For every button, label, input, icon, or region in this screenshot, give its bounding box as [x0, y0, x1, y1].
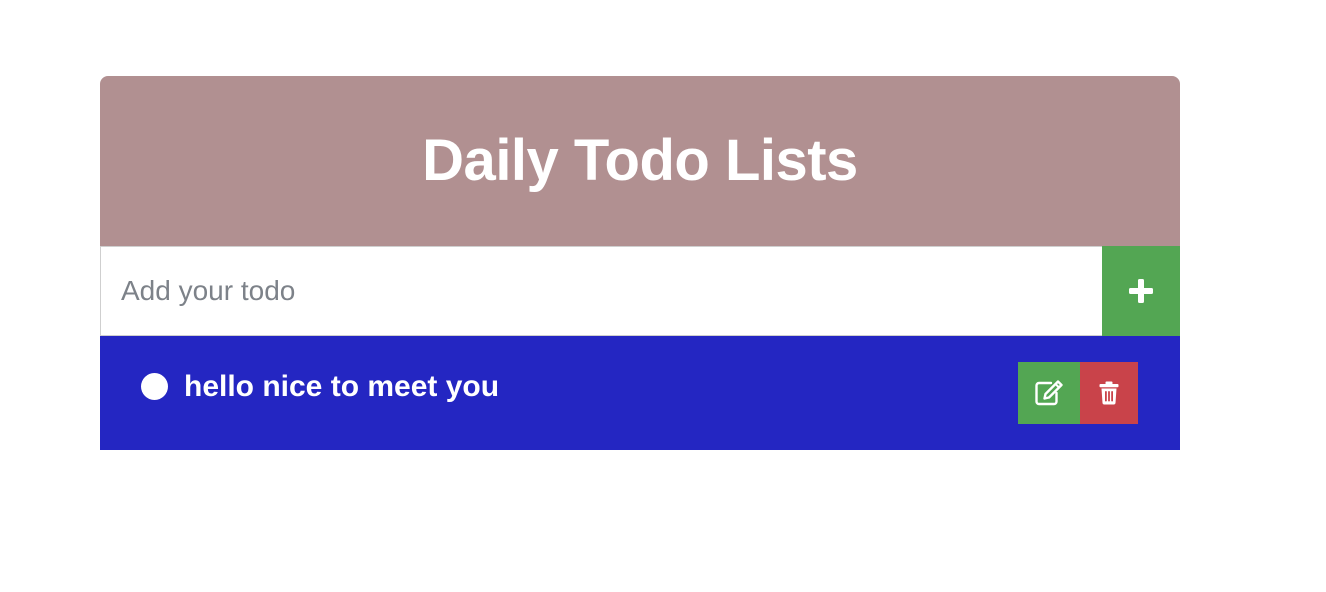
- page-title: Daily Todo Lists: [422, 127, 858, 193]
- delete-todo-button[interactable]: [1080, 362, 1138, 424]
- todo-actions: [1018, 362, 1138, 424]
- add-todo-button[interactable]: [1102, 246, 1180, 336]
- todo-complete-toggle[interactable]: [141, 373, 168, 400]
- todo-text: hello nice to meet you: [184, 370, 500, 403]
- todo-list: hello nice to meet you: [100, 336, 1180, 450]
- add-todo-row: [100, 246, 1180, 336]
- todo-input[interactable]: [100, 246, 1102, 336]
- plus-icon: [1129, 279, 1153, 303]
- page: Daily Todo Lists hello nice to meet you: [0, 0, 1326, 592]
- todo-item: hello nice to meet you: [100, 336, 1180, 450]
- card-header: Daily Todo Lists: [100, 76, 1180, 246]
- trash-icon: [1099, 381, 1119, 405]
- todo-card: Daily Todo Lists hello nice to meet you: [100, 76, 1180, 450]
- edit-icon: [1035, 380, 1063, 406]
- edit-todo-button[interactable]: [1018, 362, 1080, 424]
